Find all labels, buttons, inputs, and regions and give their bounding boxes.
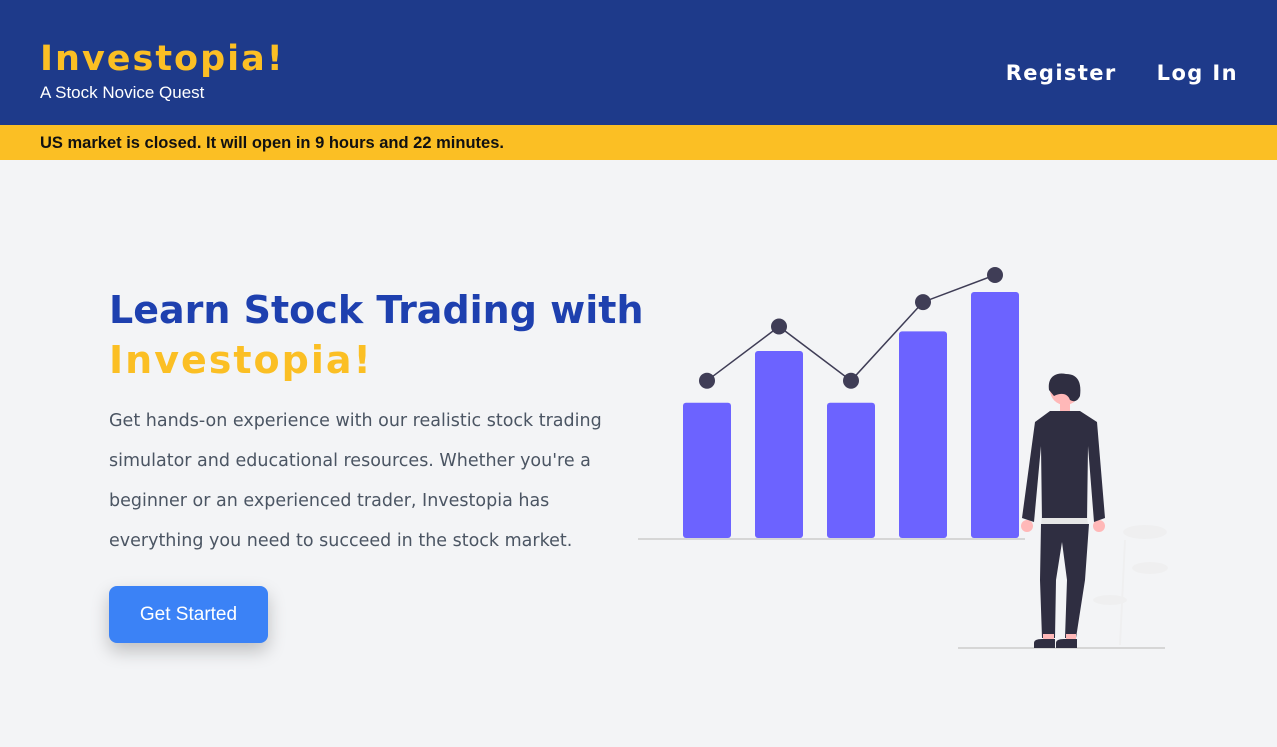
illustration-bar bbox=[827, 402, 875, 538]
main-nav: Register Log In bbox=[1006, 58, 1238, 88]
illustration-dot bbox=[843, 372, 859, 389]
illustration-dot bbox=[771, 318, 787, 335]
illustration-bars bbox=[683, 292, 1019, 538]
illustration-bar bbox=[755, 351, 803, 538]
hero-title-line1: Learn Stock Trading with bbox=[109, 288, 644, 332]
hero-description: Get hands-on experience with our realist… bbox=[109, 411, 602, 551]
login-link[interactable]: Log In bbox=[1157, 58, 1238, 88]
faint-plant-decoration bbox=[1093, 525, 1168, 646]
brand[interactable]: Investopia! A Stock Novice Quest bbox=[40, 38, 285, 103]
market-status-text: US market is closed. It will open in 9 h… bbox=[40, 134, 504, 152]
site-header: Investopia! A Stock Novice Quest Registe… bbox=[0, 0, 1277, 125]
illustration-bar bbox=[971, 292, 1019, 538]
person-figure bbox=[1021, 373, 1105, 648]
trend-dots bbox=[699, 267, 1003, 389]
stock-chart-illustration bbox=[638, 267, 1168, 649]
illustration-dot bbox=[987, 267, 1003, 283]
illustration-bar bbox=[683, 402, 731, 538]
hero-title-brand: Investopia! bbox=[109, 338, 373, 382]
illustration-dot bbox=[915, 294, 931, 311]
illustration-dot bbox=[699, 372, 715, 389]
register-link[interactable]: Register bbox=[1006, 58, 1117, 88]
get-started-button[interactable]: Get Started bbox=[109, 586, 268, 643]
market-status-banner: US market is closed. It will open in 9 h… bbox=[0, 125, 1277, 160]
hero-title: Learn Stock Trading with Investopia! bbox=[109, 285, 644, 385]
brand-title[interactable]: Investopia! bbox=[40, 38, 285, 80]
trend-line bbox=[706, 274, 996, 382]
illustration-bar bbox=[899, 331, 947, 538]
brand-subtitle: A Stock Novice Quest bbox=[40, 83, 205, 102]
